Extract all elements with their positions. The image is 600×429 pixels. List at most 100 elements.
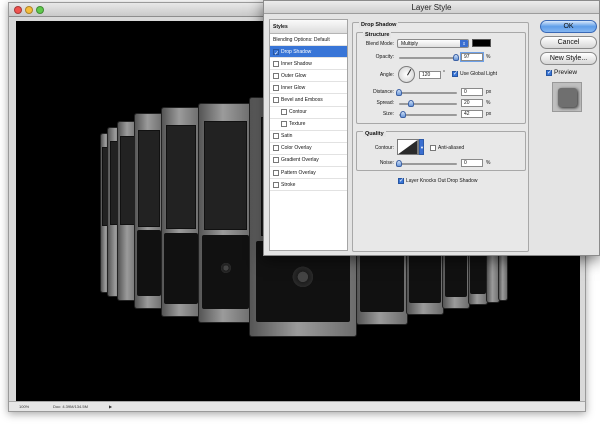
status-bar: 100% Doc: 4.39M/134.5M ▶ bbox=[9, 401, 585, 411]
noise-input[interactable]: 0 bbox=[461, 159, 483, 167]
bevel-and-emboss-checkbox[interactable] bbox=[273, 97, 279, 104]
style-item-inner-shadow[interactable]: Inner Shadow bbox=[270, 58, 347, 71]
outer-glow-checkbox[interactable] bbox=[273, 72, 279, 79]
style-item-inner-glow[interactable]: Inner Glow bbox=[270, 82, 347, 95]
opacity-slider-thumb[interactable] bbox=[453, 54, 459, 61]
noise-label: Noise: bbox=[379, 160, 394, 166]
size-label: Size: bbox=[382, 111, 394, 117]
contour-checkbox[interactable] bbox=[281, 109, 287, 116]
angle-input[interactable]: 120 bbox=[419, 71, 441, 79]
phone-image bbox=[134, 113, 164, 309]
distance-input[interactable]: 0 bbox=[461, 88, 483, 96]
contour-dropdown-icon[interactable]: ▼ bbox=[419, 139, 424, 155]
drop-shadow-checkbox[interactable] bbox=[273, 48, 279, 60]
select-arrows-icon: ⇕ bbox=[460, 40, 468, 47]
spread-slider-thumb[interactable] bbox=[408, 100, 414, 107]
layer-knocks-out-checkbox[interactable] bbox=[398, 177, 404, 184]
new-style-button[interactable]: New Style... bbox=[540, 52, 597, 65]
phone-navigation-wheel bbox=[290, 265, 316, 290]
styles-list: Styles Blending Options: Default Drop Sh… bbox=[269, 19, 348, 251]
pattern-overlay-checkbox[interactable] bbox=[273, 169, 279, 176]
distance-slider[interactable] bbox=[396, 89, 457, 96]
zoom-window-button[interactable] bbox=[36, 6, 44, 14]
spread-unit: % bbox=[486, 100, 491, 106]
close-window-button[interactable] bbox=[14, 6, 22, 14]
gradient-overlay-checkbox[interactable] bbox=[273, 157, 279, 164]
angle-unit: ° bbox=[443, 70, 445, 76]
satin-checkbox[interactable] bbox=[273, 133, 279, 140]
shadow-color-swatch[interactable] bbox=[472, 39, 491, 47]
stroke-checkbox[interactable] bbox=[273, 181, 279, 188]
spread-slider[interactable] bbox=[399, 100, 457, 107]
size-input[interactable]: 42 bbox=[461, 110, 483, 118]
size-unit: px bbox=[486, 111, 492, 117]
spread-input[interactable]: 20 bbox=[461, 99, 483, 107]
inner-glow-checkbox[interactable] bbox=[273, 84, 279, 91]
document-size-info[interactable]: Doc: 4.39M/134.5M bbox=[53, 402, 88, 412]
blend-mode-select[interactable]: Multiply ⇕ bbox=[397, 39, 469, 48]
distance-label: Distance: bbox=[373, 89, 394, 95]
phone-navigation-wheel bbox=[219, 262, 232, 275]
distance-slider-thumb[interactable] bbox=[396, 89, 402, 96]
inner-shadow-checkbox[interactable] bbox=[273, 60, 279, 67]
opacity-slider[interactable] bbox=[399, 54, 459, 61]
status-menu-arrow-icon[interactable]: ▶ bbox=[109, 402, 112, 412]
spread-label: Spread: bbox=[376, 100, 394, 106]
anti-aliased-option[interactable]: Anti-aliased bbox=[430, 145, 464, 151]
phone-screen bbox=[165, 124, 197, 229]
phone-screen bbox=[204, 121, 247, 231]
style-item-color-overlay[interactable]: Color Overlay bbox=[270, 143, 347, 155]
ok-button[interactable]: OK bbox=[540, 20, 597, 33]
layer-knocks-out-option[interactable]: Layer Knocks Out Drop Shadow bbox=[398, 177, 477, 184]
opacity-input[interactable]: 97 bbox=[461, 53, 483, 61]
angle-label: Angle: bbox=[379, 72, 394, 78]
phone-screen bbox=[137, 129, 161, 227]
color-overlay-checkbox[interactable] bbox=[273, 145, 279, 152]
style-item-pattern-overlay[interactable]: Pattern Overlay bbox=[270, 167, 347, 180]
style-item-gradient-overlay[interactable]: Gradient Overlay bbox=[270, 155, 347, 168]
size-slider-thumb[interactable] bbox=[400, 111, 406, 118]
drop-shadow-title: Drop Shadow bbox=[359, 22, 399, 28]
use-global-light-checkbox[interactable] bbox=[452, 70, 458, 77]
style-item-outer-glow[interactable]: Outer Glow bbox=[270, 70, 347, 83]
layer-style-dialog: Layer Style Styles Blending Options: Def… bbox=[263, 0, 600, 256]
angle-dial[interactable] bbox=[398, 66, 415, 83]
dialog-title: Layer Style bbox=[264, 1, 599, 14]
contour-label: Contour: bbox=[374, 145, 394, 151]
texture-checkbox[interactable] bbox=[281, 121, 287, 128]
size-slider[interactable] bbox=[399, 111, 457, 118]
structure-label: Structure bbox=[363, 32, 392, 38]
style-item-satin[interactable]: Satin bbox=[270, 131, 347, 143]
minimize-window-button[interactable] bbox=[25, 6, 33, 14]
style-preview-swatch bbox=[558, 88, 577, 107]
phone-keypad bbox=[164, 232, 198, 304]
distance-unit: px bbox=[486, 89, 492, 95]
use-global-light-option[interactable]: Use Global Light bbox=[452, 70, 497, 77]
style-item-texture[interactable]: Texture bbox=[270, 119, 347, 131]
opacity-unit: % bbox=[486, 54, 491, 60]
noise-unit: % bbox=[486, 160, 491, 166]
style-preview-thumbnail bbox=[552, 82, 582, 112]
preview-checkbox[interactable] bbox=[546, 69, 552, 76]
style-item-contour[interactable]: Contour bbox=[270, 107, 347, 119]
zoom-level[interactable]: 100% bbox=[19, 402, 29, 412]
contour-curve-icon bbox=[398, 140, 418, 154]
phone-keypad bbox=[202, 234, 249, 309]
cancel-button[interactable]: Cancel bbox=[540, 36, 597, 49]
anti-aliased-checkbox[interactable] bbox=[430, 145, 436, 151]
preview-option[interactable]: Preview bbox=[546, 69, 577, 76]
phone-keypad bbox=[136, 230, 162, 297]
noise-slider-thumb[interactable] bbox=[396, 160, 402, 167]
style-item-stroke[interactable]: Stroke bbox=[270, 179, 347, 192]
style-item-drop-shadow[interactable]: Drop Shadow bbox=[270, 46, 347, 60]
blending-options-item[interactable]: Blending Options: Default bbox=[270, 34, 347, 47]
style-item-bevel-and-emboss[interactable]: Bevel and Emboss bbox=[270, 94, 347, 107]
phone-image bbox=[198, 103, 253, 323]
noise-slider[interactable] bbox=[396, 160, 457, 167]
contour-picker[interactable] bbox=[397, 139, 419, 155]
quality-label: Quality bbox=[363, 131, 386, 137]
opacity-label: Opacity: bbox=[375, 54, 394, 60]
phone-image bbox=[161, 107, 201, 317]
styles-header[interactable]: Styles bbox=[270, 20, 347, 34]
blend-mode-label: Blend Mode: bbox=[365, 41, 394, 47]
